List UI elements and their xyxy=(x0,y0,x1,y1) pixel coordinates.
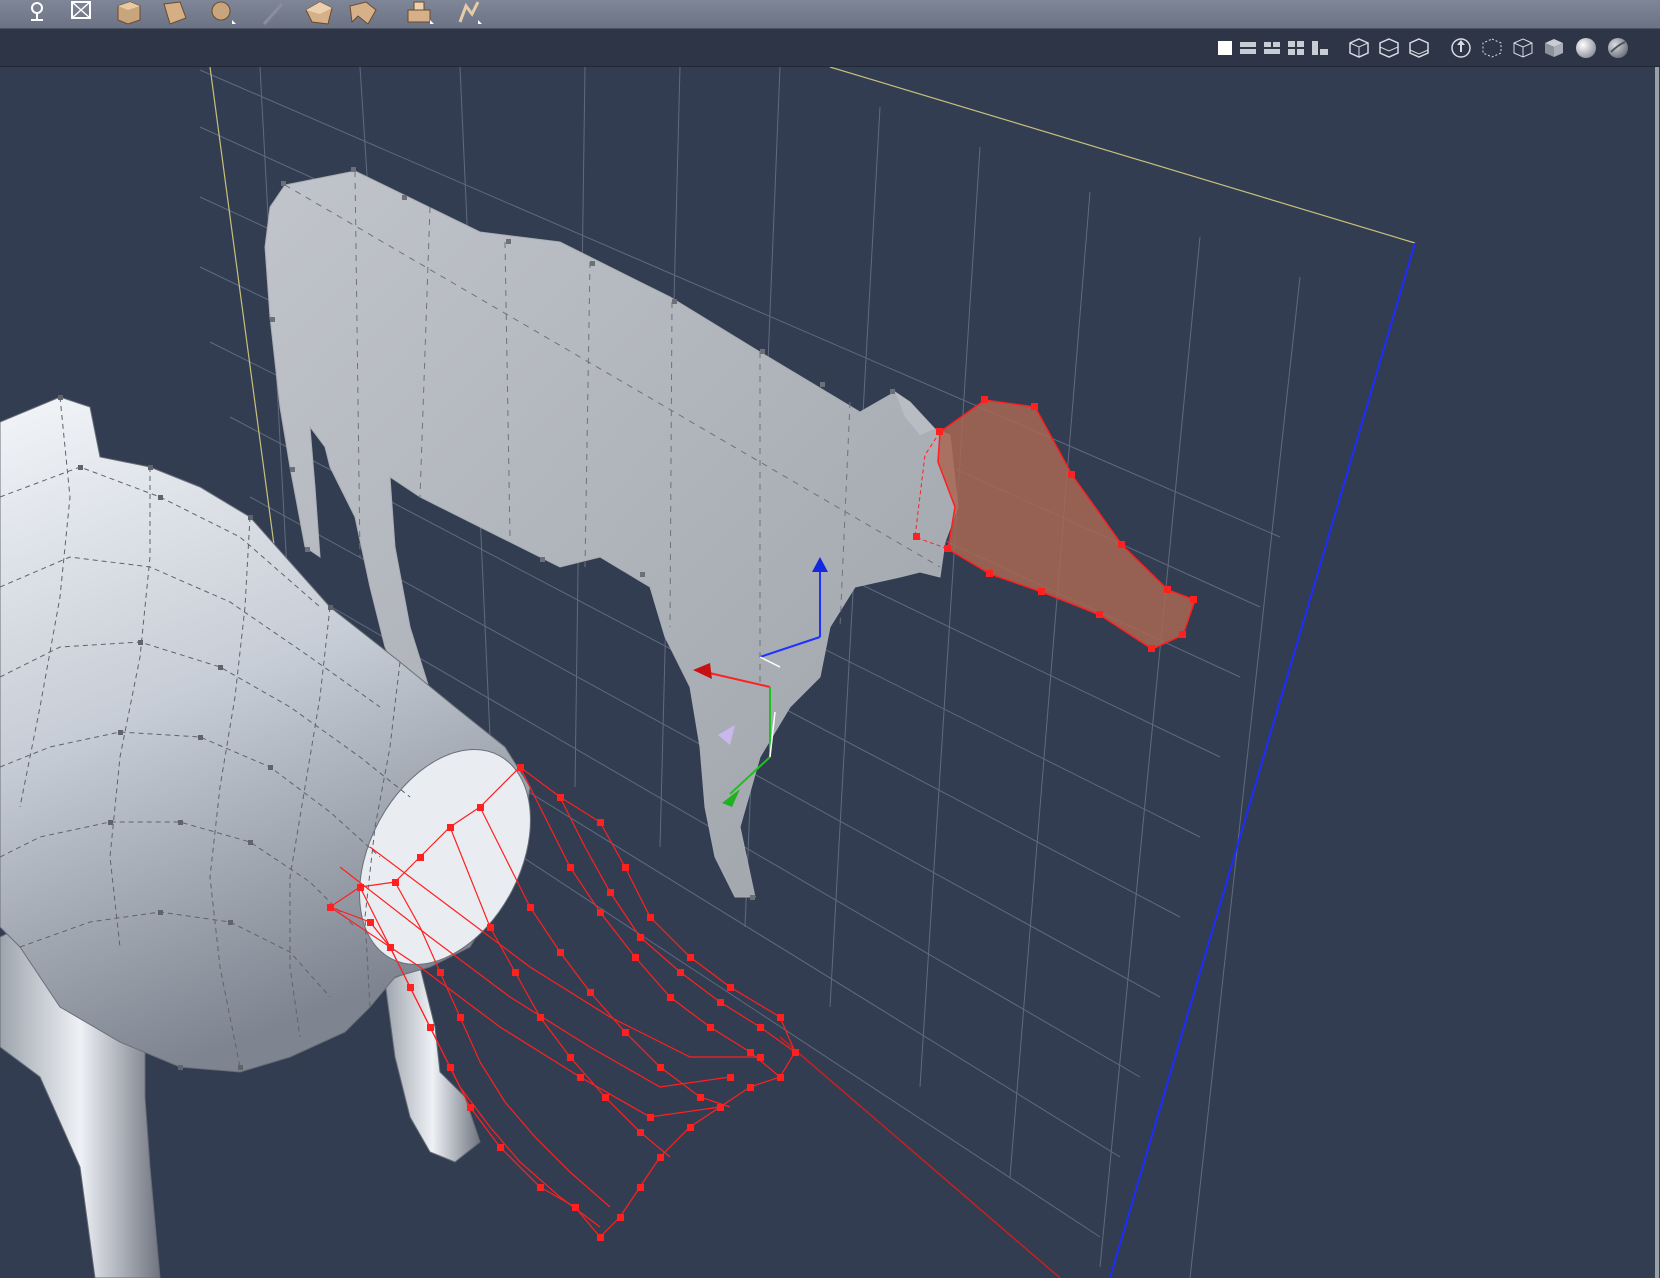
bend-tool-icon[interactable] xyxy=(346,0,380,26)
frame-icon[interactable] xyxy=(64,0,98,26)
deform-tool-icon[interactable] xyxy=(302,0,336,26)
viewport-scene xyxy=(0,67,1416,1278)
two-vertical-views-icon[interactable] xyxy=(1261,37,1283,59)
textured-sphere-icon[interactable] xyxy=(1607,37,1629,59)
magnet-tool-icon[interactable] xyxy=(452,0,486,26)
wire-shaded-icon[interactable] xyxy=(1378,37,1400,59)
wire-lit-icon[interactable] xyxy=(1408,37,1430,59)
bounding-box-dotted-icon[interactable] xyxy=(1481,37,1503,59)
box-primitive-icon[interactable] xyxy=(112,0,146,26)
single-view-icon[interactable] xyxy=(1214,37,1236,59)
axis-tripod-icon[interactable] xyxy=(1450,37,1472,59)
wire-hidden-icon[interactable] xyxy=(1348,37,1370,59)
extrude-tool-icon[interactable] xyxy=(402,0,436,26)
light-bulb-icon[interactable] xyxy=(20,0,54,26)
view-toolbar xyxy=(0,29,1660,67)
wireframe-cube-icon[interactable] xyxy=(1512,37,1534,59)
sphere-primitive-icon[interactable] xyxy=(206,0,240,26)
edit-wand-icon[interactable] xyxy=(258,0,292,26)
plane-right-edge xyxy=(1109,242,1416,1278)
three-views-icon[interactable] xyxy=(1309,37,1331,59)
viewport-border xyxy=(1655,67,1659,1278)
two-horizontal-views-icon[interactable] xyxy=(1237,37,1259,59)
solid-cube-icon[interactable] xyxy=(1543,37,1565,59)
tool-toolbar xyxy=(0,0,1660,29)
smooth-sphere-icon[interactable] xyxy=(1575,37,1597,59)
plane-primitive-icon[interactable] xyxy=(158,0,192,26)
3d-viewport[interactable] xyxy=(0,67,1660,1278)
plane-top-edge xyxy=(829,67,1416,244)
four-views-icon[interactable] xyxy=(1285,37,1307,59)
selected-head-polygon[interactable] xyxy=(913,396,1197,652)
